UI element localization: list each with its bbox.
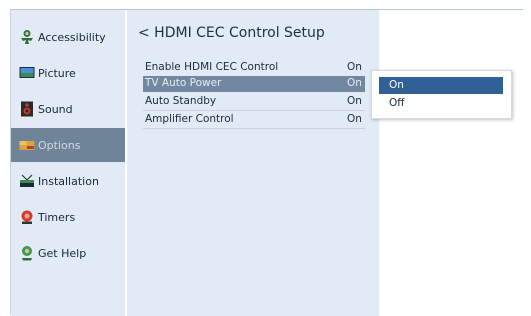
sidebar-item-label: Options [38,138,81,152]
sidebar-item-label: Installation [38,174,99,188]
sidebar-item-sound[interactable]: Sound [11,92,125,126]
sound-icon [21,101,33,117]
sidebar-item-timers[interactable]: Timers [11,200,125,234]
accessibility-icon [21,30,33,44]
setting-value: On [347,95,362,107]
hdmi-cec-panel: < HDMI CEC Control Setup Enable HDMI CEC… [127,10,379,316]
dropdown-option-on[interactable]: On [379,77,503,94]
row-divider [143,128,365,129]
setting-value: On [347,113,362,125]
sidebar-item-label: Accessibility [38,30,106,44]
setting-row-tv-auto-power[interactable]: TV Auto Power On [143,76,365,92]
value-dropdown: On Off [371,70,512,119]
setting-row-auto-standby[interactable]: Auto Standby On [143,94,365,110]
setting-value: On [347,77,362,89]
page-title[interactable]: < HDMI CEC Control Setup [138,25,325,41]
option-label: On [389,79,404,91]
dropdown-option-off[interactable]: Off [379,95,503,112]
settings-sidebar: Accessibility Picture Sound Options Inst… [11,10,125,316]
setting-label: Enable HDMI CEC Control [145,61,279,73]
sidebar-item-label: Get Help [38,246,87,260]
sidebar-item-label: Picture [38,66,76,80]
options-icon [19,141,35,150]
setting-label: Auto Standby [145,95,217,107]
sidebar-item-picture[interactable]: Picture [11,56,125,90]
timers-icon [21,210,33,224]
sidebar-item-installation[interactable]: Installation [11,164,125,198]
sidebar-item-label: Timers [38,210,76,224]
setting-row-amplifier-control[interactable]: Amplifier Control On [143,112,365,128]
sidebar-item-label: Sound [38,102,73,116]
setting-row-enable-hdmi-cec[interactable]: Enable HDMI CEC Control On [143,60,365,76]
installation-icon [20,174,34,187]
picture-icon [19,67,35,78]
get-help-icon [22,246,32,261]
sidebar-item-options[interactable]: Options [11,128,125,162]
setting-label: TV Auto Power [145,77,222,89]
setting-value: On [347,61,362,73]
option-label: Off [389,97,405,109]
sidebar-item-accessibility[interactable]: Accessibility [11,20,125,54]
sidebar-item-get-help[interactable]: Get Help [11,236,125,270]
setting-label: Amplifier Control [145,113,234,125]
row-divider [143,110,365,111]
